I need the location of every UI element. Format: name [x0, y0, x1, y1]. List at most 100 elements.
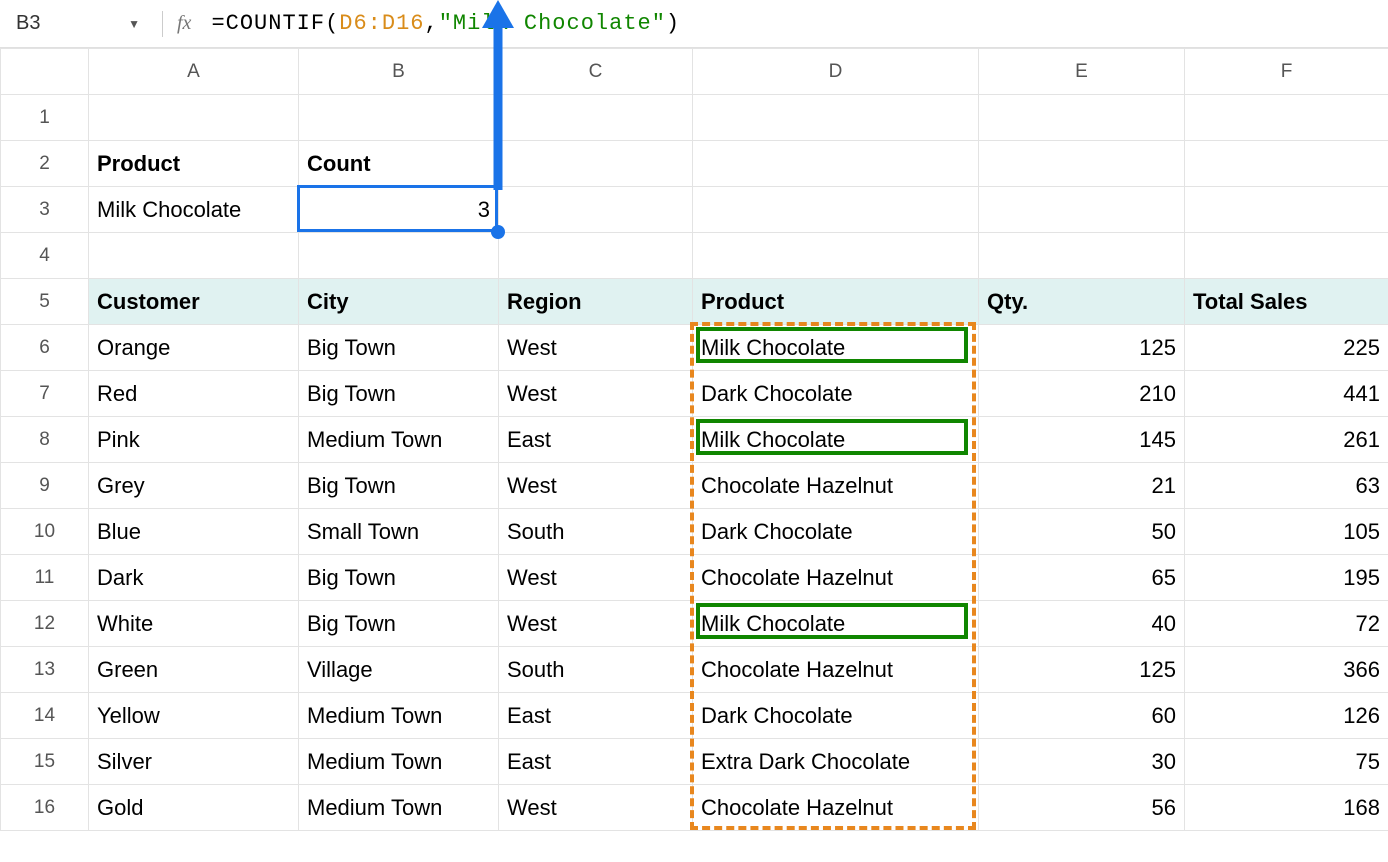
cell-A2[interactable]: Product: [89, 141, 299, 187]
cell-A8[interactable]: Pink: [89, 417, 299, 463]
cell-B8[interactable]: Medium Town: [299, 417, 499, 463]
cell-C16[interactable]: West: [499, 785, 693, 831]
cell-E10[interactable]: 50: [979, 509, 1185, 555]
row-header-10[interactable]: 10: [1, 509, 89, 555]
cell-B2[interactable]: Count: [299, 141, 499, 187]
cell-E11[interactable]: 65: [979, 555, 1185, 601]
cell-F9[interactable]: 63: [1185, 463, 1388, 509]
cell-E9[interactable]: 21: [979, 463, 1185, 509]
cell-C9[interactable]: West: [499, 463, 693, 509]
cell-E2[interactable]: [979, 141, 1185, 187]
row-header-1[interactable]: 1: [1, 95, 89, 141]
row-header-14[interactable]: 14: [1, 693, 89, 739]
cell-F14[interactable]: 126: [1185, 693, 1388, 739]
cell-C15[interactable]: East: [499, 739, 693, 785]
row-header-16[interactable]: 16: [1, 785, 89, 831]
cell-B15[interactable]: Medium Town: [299, 739, 499, 785]
cell-A16[interactable]: Gold: [89, 785, 299, 831]
cell-D14[interactable]: Dark Chocolate: [693, 693, 979, 739]
cell-F12[interactable]: 72: [1185, 601, 1388, 647]
cell-D9[interactable]: Chocolate Hazelnut: [693, 463, 979, 509]
col-header-D[interactable]: D: [693, 49, 979, 95]
cell-D3[interactable]: [693, 187, 979, 233]
row-header-13[interactable]: 13: [1, 647, 89, 693]
row-header-3[interactable]: 3: [1, 187, 89, 233]
cell-A5[interactable]: Customer: [89, 279, 299, 325]
cell-F10[interactable]: 105: [1185, 509, 1388, 555]
cell-D4[interactable]: [693, 233, 979, 279]
cell-C1[interactable]: [499, 95, 693, 141]
cell-C10[interactable]: South: [499, 509, 693, 555]
cell-B16[interactable]: Medium Town: [299, 785, 499, 831]
cell-E14[interactable]: 60: [979, 693, 1185, 739]
col-header-A[interactable]: A: [89, 49, 299, 95]
cell-C2[interactable]: [499, 141, 693, 187]
corner-cell[interactable]: [1, 49, 89, 95]
cell-F8[interactable]: 261: [1185, 417, 1388, 463]
cell-B3[interactable]: 3: [299, 187, 499, 233]
cell-C12[interactable]: West: [499, 601, 693, 647]
col-header-B[interactable]: B: [299, 49, 499, 95]
cell-B10[interactable]: Small Town: [299, 509, 499, 555]
cell-D2[interactable]: [693, 141, 979, 187]
cell-E13[interactable]: 125: [979, 647, 1185, 693]
cell-E8[interactable]: 145: [979, 417, 1185, 463]
cell-D8[interactable]: Milk Chocolate: [693, 417, 979, 463]
row-header-4[interactable]: 4: [1, 233, 89, 279]
row-header-2[interactable]: 2: [1, 141, 89, 187]
row-header-12[interactable]: 12: [1, 601, 89, 647]
cell-A13[interactable]: Green: [89, 647, 299, 693]
row-header-5[interactable]: 5: [1, 279, 89, 325]
cell-C8[interactable]: East: [499, 417, 693, 463]
row-header-7[interactable]: 7: [1, 371, 89, 417]
fx-icon[interactable]: fx: [177, 12, 191, 35]
cell-A6[interactable]: Orange: [89, 325, 299, 371]
cell-D16[interactable]: Chocolate Hazelnut: [693, 785, 979, 831]
cell-F13[interactable]: 366: [1185, 647, 1388, 693]
cell-F6[interactable]: 225: [1185, 325, 1388, 371]
col-header-E[interactable]: E: [979, 49, 1185, 95]
active-cell-handle[interactable]: [491, 225, 505, 239]
cell-A3[interactable]: Milk Chocolate: [89, 187, 299, 233]
cell-E4[interactable]: [979, 233, 1185, 279]
cell-E6[interactable]: 125: [979, 325, 1185, 371]
cell-B6[interactable]: Big Town: [299, 325, 499, 371]
cell-B1[interactable]: [299, 95, 499, 141]
cell-C5[interactable]: Region: [499, 279, 693, 325]
row-header-9[interactable]: 9: [1, 463, 89, 509]
cell-E7[interactable]: 210: [979, 371, 1185, 417]
cell-A9[interactable]: Grey: [89, 463, 299, 509]
cell-F4[interactable]: [1185, 233, 1388, 279]
cell-D5[interactable]: Product: [693, 279, 979, 325]
cell-C6[interactable]: West: [499, 325, 693, 371]
cell-E5[interactable]: Qty.: [979, 279, 1185, 325]
cell-A4[interactable]: [89, 233, 299, 279]
cell-C14[interactable]: East: [499, 693, 693, 739]
row-header-8[interactable]: 8: [1, 417, 89, 463]
cell-F7[interactable]: 441: [1185, 371, 1388, 417]
cell-F2[interactable]: [1185, 141, 1388, 187]
cell-B9[interactable]: Big Town: [299, 463, 499, 509]
cell-C3[interactable]: [499, 187, 693, 233]
cell-F16[interactable]: 168: [1185, 785, 1388, 831]
chevron-down-icon[interactable]: ▼: [128, 17, 140, 31]
row-header-6[interactable]: 6: [1, 325, 89, 371]
name-box[interactable]: B3 ▼: [8, 8, 148, 39]
cell-D10[interactable]: Dark Chocolate: [693, 509, 979, 555]
cell-B7[interactable]: Big Town: [299, 371, 499, 417]
cell-D11[interactable]: Chocolate Hazelnut: [693, 555, 979, 601]
cell-C4[interactable]: [499, 233, 693, 279]
cell-E16[interactable]: 56: [979, 785, 1185, 831]
formula-input[interactable]: =COUNTIF(D6:D16,"Milk Chocolate"): [211, 11, 1380, 36]
col-header-F[interactable]: F: [1185, 49, 1388, 95]
cell-D1[interactable]: [693, 95, 979, 141]
cell-B11[interactable]: Big Town: [299, 555, 499, 601]
cell-D12[interactable]: Milk Chocolate: [693, 601, 979, 647]
cell-D13[interactable]: Chocolate Hazelnut: [693, 647, 979, 693]
cell-B4[interactable]: [299, 233, 499, 279]
cell-B13[interactable]: Village: [299, 647, 499, 693]
row-header-15[interactable]: 15: [1, 739, 89, 785]
row-header-11[interactable]: 11: [1, 555, 89, 601]
cell-A7[interactable]: Red: [89, 371, 299, 417]
cell-F11[interactable]: 195: [1185, 555, 1388, 601]
